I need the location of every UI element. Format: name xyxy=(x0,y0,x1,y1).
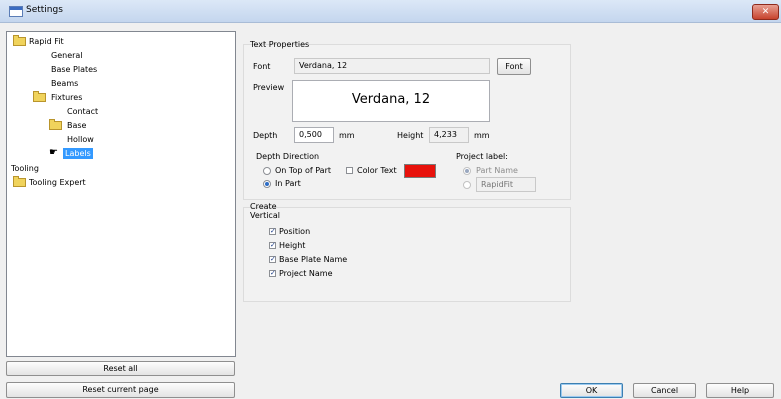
tree-item-tooling[interactable]: Tooling xyxy=(11,163,39,174)
height-checkbox[interactable]: ✓ xyxy=(269,242,276,249)
custom-project-label-radio[interactable] xyxy=(463,181,471,189)
settings-tree[interactable]: Rapid Fit General Base Plates Beams Fixt… xyxy=(6,31,236,357)
font-button[interactable]: Font xyxy=(497,58,531,75)
on-top-of-part-radio[interactable] xyxy=(263,167,271,175)
ok-button[interactable]: OK xyxy=(560,383,623,398)
tree-item-label: Labels xyxy=(63,148,93,159)
text-properties-title: Text Properties xyxy=(250,40,310,49)
height-label: Height xyxy=(397,131,424,140)
project-name-label: Project Name xyxy=(279,269,333,278)
font-value-field: Verdana, 12 xyxy=(294,58,490,74)
tree-item-beams[interactable]: Beams xyxy=(51,78,78,89)
folder-open-icon xyxy=(33,91,46,102)
height-option-label: Height xyxy=(279,241,306,250)
base-plate-name-checkbox[interactable]: ✓ xyxy=(269,256,276,263)
tree-item-base-plates[interactable]: Base Plates xyxy=(51,64,97,75)
preview-label: Preview xyxy=(253,83,285,92)
pointer-hand-icon: ☛ xyxy=(49,147,58,158)
on-top-of-part-label: On Top of Part xyxy=(275,166,331,175)
font-preview-box: Verdana, 12 xyxy=(292,80,490,122)
position-label: Position xyxy=(279,227,311,236)
depth-unit: mm xyxy=(339,131,355,140)
folder-icon xyxy=(13,176,26,187)
height-unit: mm xyxy=(474,131,490,140)
project-label-input[interactable] xyxy=(476,177,536,192)
tree-item-label: Rapid Fit xyxy=(29,37,64,46)
window-title: Settings xyxy=(26,5,63,15)
position-checkbox[interactable]: ✓ xyxy=(269,228,276,235)
height-value-field: 4,233 xyxy=(429,127,469,143)
tree-item-contact[interactable]: Contact xyxy=(67,106,98,117)
project-label-title: Project label: xyxy=(456,152,508,161)
cancel-button[interactable]: Cancel xyxy=(633,383,696,398)
settings-app-icon xyxy=(9,6,23,17)
tree-item-label: Fixtures xyxy=(51,93,83,102)
in-part-radio[interactable] xyxy=(263,180,271,188)
title-bar: Settings ✕ xyxy=(0,0,781,23)
font-label: Font xyxy=(253,62,271,71)
tree-item-general[interactable]: General xyxy=(51,50,83,61)
tree-item-label: Tooling Expert xyxy=(29,178,86,187)
folder-open-icon xyxy=(13,35,26,46)
in-part-label: In Part xyxy=(275,179,301,188)
color-swatch-button[interactable] xyxy=(404,164,436,178)
vertical-subtitle: Vertical xyxy=(250,211,280,220)
part-name-label: Part Name xyxy=(476,166,518,175)
tree-item-hollow[interactable]: Hollow xyxy=(67,134,94,145)
color-text-label: Color Text xyxy=(357,166,397,175)
base-plate-name-label: Base Plate Name xyxy=(279,255,348,264)
help-button[interactable]: Help xyxy=(706,383,774,398)
reset-current-page-button[interactable]: Reset current page xyxy=(6,382,235,398)
create-title: Create xyxy=(250,202,277,211)
depth-input[interactable]: 0,500 xyxy=(294,127,334,143)
depth-label: Depth xyxy=(253,131,278,140)
tree-item-label: Base xyxy=(67,121,87,130)
close-button[interactable]: ✕ xyxy=(752,4,779,20)
part-name-radio[interactable] xyxy=(463,167,471,175)
folder-open-icon xyxy=(49,119,62,130)
project-name-checkbox[interactable]: ✓ xyxy=(269,270,276,277)
reset-all-button[interactable]: Reset all xyxy=(6,361,235,376)
color-text-checkbox[interactable] xyxy=(346,167,353,174)
depth-direction-label: Depth Direction xyxy=(256,152,320,161)
